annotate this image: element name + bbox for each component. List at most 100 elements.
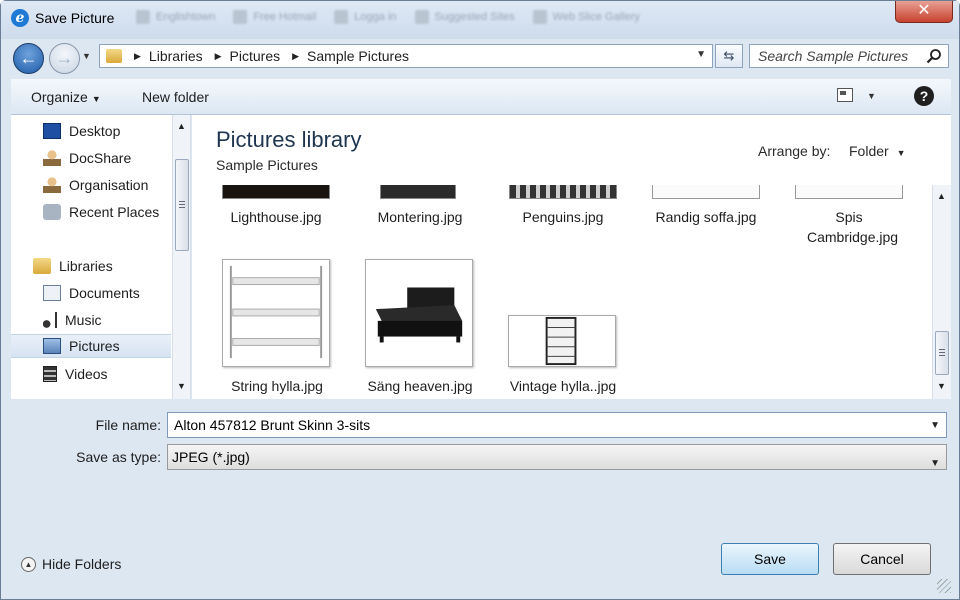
- file-list-pane: Pictures library Sample Pictures Arrange…: [192, 115, 951, 399]
- file-name-label: File name:: [95, 417, 161, 433]
- sidebar-item-pictures[interactable]: Pictures: [11, 334, 171, 358]
- sidebar-item-documents[interactable]: Documents: [11, 281, 171, 305]
- sidebar-item-videos[interactable]: Videos: [11, 362, 171, 386]
- new-folder-button[interactable]: New folder: [142, 89, 209, 105]
- sidebar-item-organisation[interactable]: Organisation: [11, 173, 171, 197]
- thumbnail-image: [652, 185, 760, 199]
- file-name-field[interactable]: ▼: [167, 412, 947, 438]
- chevron-right-icon[interactable]: ▶: [215, 51, 222, 62]
- user-folder-icon: [43, 150, 61, 166]
- thumbnail-image: [508, 315, 616, 367]
- user-folder-icon: [43, 177, 61, 193]
- thumbnail-image: [222, 185, 330, 199]
- file-list-scrollbar[interactable]: ▲ ▼: [932, 185, 951, 399]
- chevron-down-icon: ▼: [930, 458, 940, 469]
- favorite-englishtown: Englishtown: [136, 10, 215, 24]
- scroll-up-icon[interactable]: ▲: [937, 191, 946, 201]
- recent-places-icon: [43, 204, 61, 220]
- file-label: Spis Cambridge.jpg: [807, 209, 899, 245]
- nav-scroll-thumb[interactable]: [175, 159, 189, 251]
- thumbnail-image: [380, 185, 456, 199]
- refresh-button[interactable]: ⇆: [715, 44, 743, 68]
- hide-folders-button[interactable]: ▲ Hide Folders: [21, 556, 121, 572]
- ie-logo-icon: e: [11, 9, 29, 27]
- favorite-icon: [334, 10, 349, 24]
- file-label: Lighthouse.jpg: [230, 209, 322, 225]
- back-button[interactable]: ←: [13, 43, 44, 74]
- thumbnail-grid: Lighthouse.jpg Montering.jpg Penguins.jp…: [192, 185, 932, 399]
- recent-locations-dropdown[interactable]: ▼: [82, 51, 91, 61]
- search-icon[interactable]: [926, 48, 942, 64]
- refresh-icon: ⇆: [723, 48, 735, 63]
- sidebar-item-label: Music: [65, 312, 102, 328]
- libraries-icon: [33, 258, 51, 274]
- search-input[interactable]: [758, 45, 928, 67]
- breadcrumb-libraries[interactable]: Libraries: [149, 48, 203, 64]
- change-view-icon[interactable]: [837, 88, 853, 102]
- forward-button[interactable]: →: [49, 43, 80, 74]
- window-title: Save Picture: [35, 10, 115, 26]
- breadcrumb-sample-pictures[interactable]: Sample Pictures: [307, 48, 409, 64]
- favorite-logga-in: Logga in: [334, 10, 397, 24]
- resize-grip[interactable]: [937, 579, 951, 593]
- back-arrow-icon: ←: [19, 48, 38, 68]
- favorite-icon: [532, 10, 547, 24]
- view-options-dropdown[interactable]: ▼: [867, 91, 876, 101]
- arrange-by-value: Folder: [849, 143, 889, 159]
- sidebar-item-music[interactable]: Music: [11, 308, 171, 332]
- chevron-down-icon[interactable]: ▼: [930, 420, 940, 431]
- folder-icon: [106, 49, 122, 63]
- address-dropdown-icon[interactable]: ▼: [696, 49, 706, 60]
- grip-icon: [179, 201, 185, 208]
- nav-scrollbar[interactable]: ▲ ▼: [172, 115, 190, 399]
- file-label: Montering.jpg: [377, 209, 463, 225]
- sidebar-item-desktop[interactable]: Desktop: [11, 119, 171, 143]
- organize-label: Organize: [31, 89, 88, 105]
- favorite-web-slice: Web Slice Gallery: [532, 10, 640, 24]
- file-label: Randig soffa.jpg: [655, 209, 757, 225]
- chevron-down-icon: ▼: [91, 94, 101, 104]
- favorite-icon: [233, 10, 248, 24]
- arrange-by-dropdown[interactable]: Folder ▼: [849, 143, 906, 159]
- file-label: Vintage hylla..jpg: [509, 378, 617, 394]
- command-toolbar: Organize ▼ New folder ▼ ?: [11, 79, 951, 115]
- chevron-right-icon[interactable]: ▶: [292, 51, 299, 62]
- hide-folders-label: Hide Folders: [42, 556, 122, 572]
- close-button[interactable]: ✕: [895, 1, 953, 23]
- cancel-button[interactable]: Cancel: [833, 543, 931, 575]
- scroll-down-icon[interactable]: ▼: [177, 381, 186, 391]
- save-as-type-value: JPEG (*.jpg): [172, 449, 250, 465]
- navigation-pane: Desktop DocShare Organisation Recent Pla…: [11, 115, 191, 399]
- forward-arrow-icon: →: [55, 48, 74, 68]
- sidebar-item-docshare[interactable]: DocShare: [11, 146, 171, 170]
- chevron-right-icon[interactable]: ▶: [134, 51, 141, 62]
- save-button[interactable]: Save: [721, 543, 819, 575]
- sidebar-item-label: Organisation: [69, 177, 149, 193]
- title-bar[interactable]: e Save Picture Englishtown Free Hotmail …: [1, 1, 959, 39]
- pictures-icon: [43, 338, 61, 354]
- scroll-down-icon[interactable]: ▼: [937, 381, 946, 391]
- scroll-up-icon[interactable]: ▲: [177, 121, 186, 131]
- save-as-type-select[interactable]: JPEG (*.jpg) ▼: [167, 444, 947, 470]
- sidebar-item-label: Recent Places: [69, 204, 160, 220]
- desktop-icon: [43, 123, 61, 139]
- favorite-suggested-sites: Suggested Sites: [414, 10, 515, 24]
- chevron-up-icon: ▲: [21, 556, 36, 572]
- file-label: Penguins.jpg: [522, 209, 604, 225]
- file-label: String hylla.jpg: [231, 378, 323, 394]
- sidebar-item-recent-places[interactable]: Recent Places: [11, 200, 171, 224]
- help-button[interactable]: ?: [914, 86, 934, 106]
- organize-button[interactable]: Organize ▼: [31, 89, 101, 105]
- thumbnail-image: [509, 185, 617, 199]
- search-box[interactable]: [749, 44, 949, 68]
- music-icon: [43, 312, 57, 328]
- sidebar-item-label: Videos: [65, 366, 108, 382]
- sidebar-item-label: Libraries: [59, 258, 113, 274]
- breadcrumb-pictures[interactable]: Pictures: [230, 48, 281, 64]
- arrange-by-label: Arrange by:: [758, 143, 831, 159]
- file-scroll-thumb[interactable]: [935, 331, 949, 375]
- address-bar[interactable]: ▶ Libraries ▶ Pictures ▶ Sample Pictures…: [99, 44, 713, 68]
- sidebar-item-label: Desktop: [69, 123, 121, 139]
- sidebar-item-libraries[interactable]: Libraries: [11, 254, 171, 278]
- file-name-input[interactable]: [168, 413, 908, 437]
